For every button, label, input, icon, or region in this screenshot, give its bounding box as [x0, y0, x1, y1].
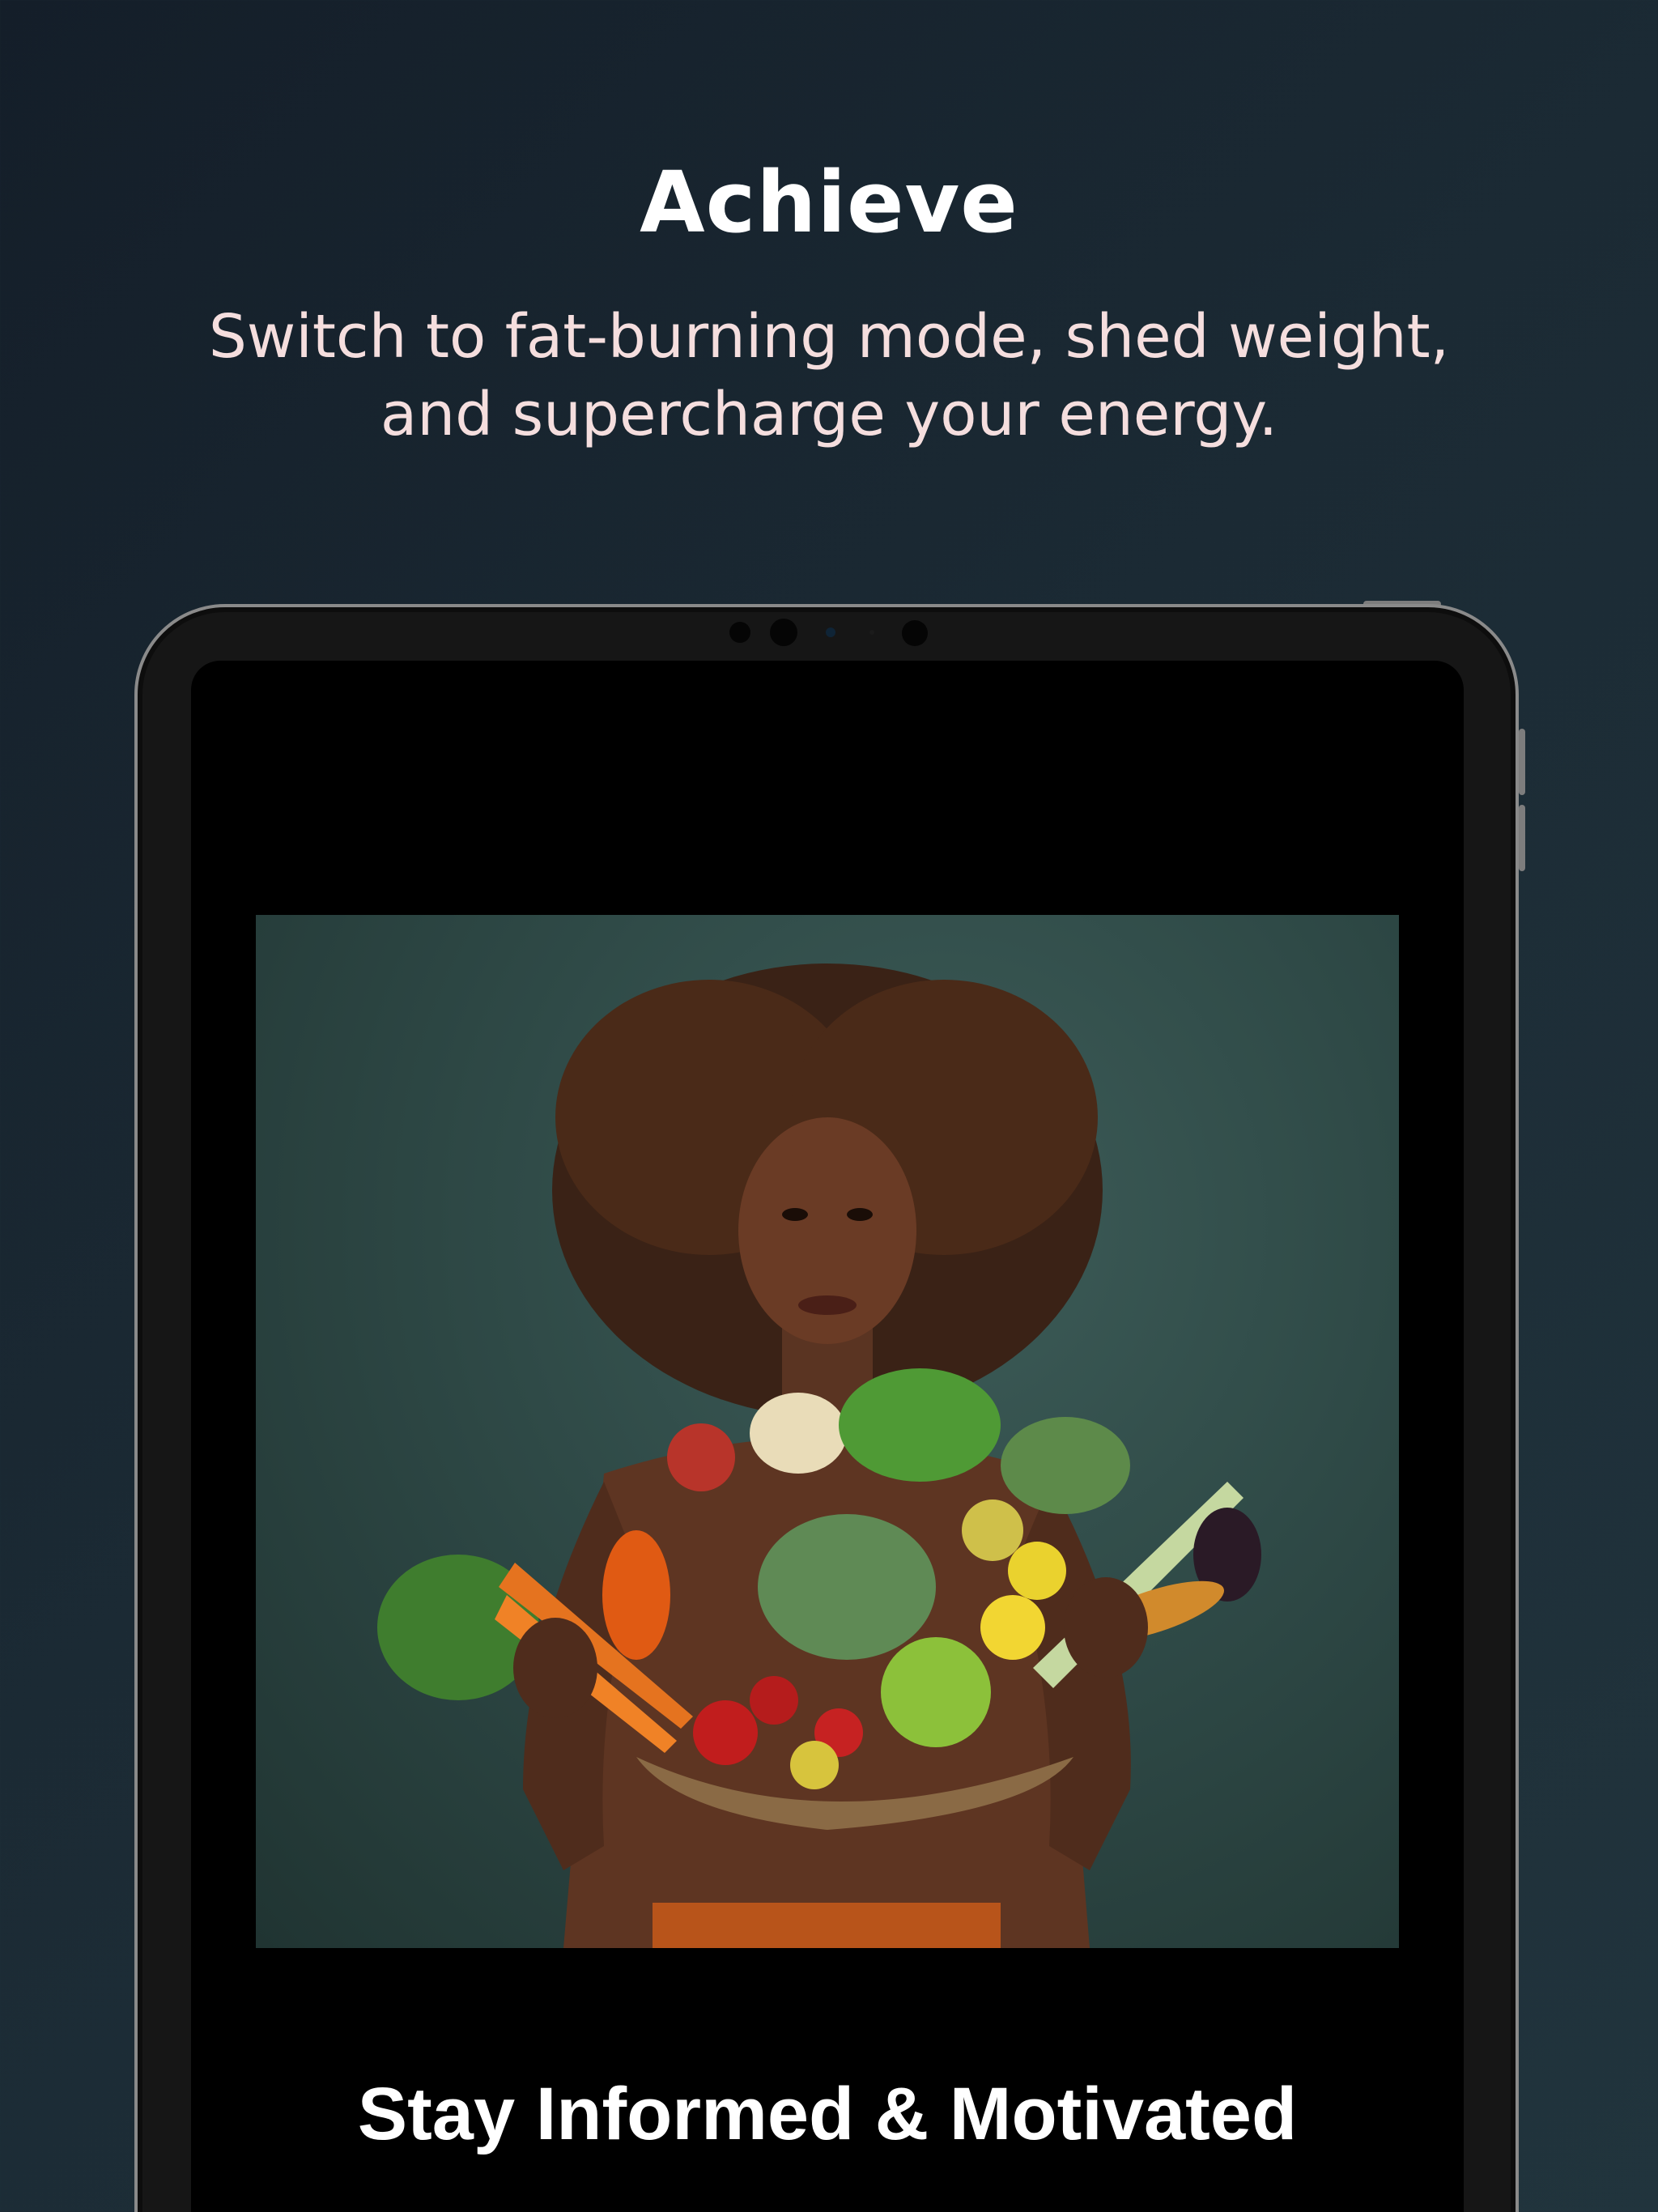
hero-photo	[256, 915, 1399, 1948]
sensor-dot	[770, 619, 797, 646]
sensor-dot	[729, 622, 750, 643]
tomato-shape	[750, 1676, 798, 1725]
eye-shape	[847, 1208, 873, 1221]
hero-photo-illustration	[377, 963, 1261, 1948]
tomato-shape	[693, 1700, 758, 1765]
subtitle-line-2: and supercharge your energy.	[380, 380, 1278, 449]
broccoli-shape	[758, 1514, 936, 1660]
subtitle-line-1: Switch to fat-burning mode, shed weight,	[208, 302, 1450, 372]
pear-shape	[962, 1499, 1023, 1561]
right-hand-shape	[1064, 1577, 1148, 1678]
left-hand-shape	[513, 1618, 597, 1718]
lips-shape	[798, 1295, 857, 1315]
device-sensors	[0, 619, 1658, 648]
yellow-apple-shape	[790, 1741, 839, 1789]
apple-shape	[667, 1423, 735, 1491]
cauliflower-shape	[750, 1393, 847, 1474]
device-volume-down-button	[1519, 805, 1525, 871]
device-volume-up-button	[1519, 729, 1525, 795]
lettuce-shape	[839, 1368, 1001, 1482]
eye-shape	[782, 1208, 808, 1221]
waistband-shape	[653, 1903, 1001, 1948]
subtitle: Switch to fat-burning mode, shed weight,…	[181, 298, 1477, 453]
lemon-shape	[1008, 1542, 1066, 1600]
headline: Achieve	[640, 153, 1018, 252]
lemon-shape	[980, 1595, 1045, 1660]
device-screen: Stay Informed & Motivated	[191, 661, 1464, 2212]
sensor-dot	[902, 620, 928, 646]
green-apple-shape	[881, 1637, 991, 1747]
broccoli-shape	[1001, 1417, 1130, 1514]
sensor-dot	[869, 630, 874, 635]
front-camera-icon	[826, 627, 835, 637]
screen-heading: Stay Informed & Motivated	[357, 2073, 1298, 2155]
pepper-shape	[602, 1530, 670, 1660]
